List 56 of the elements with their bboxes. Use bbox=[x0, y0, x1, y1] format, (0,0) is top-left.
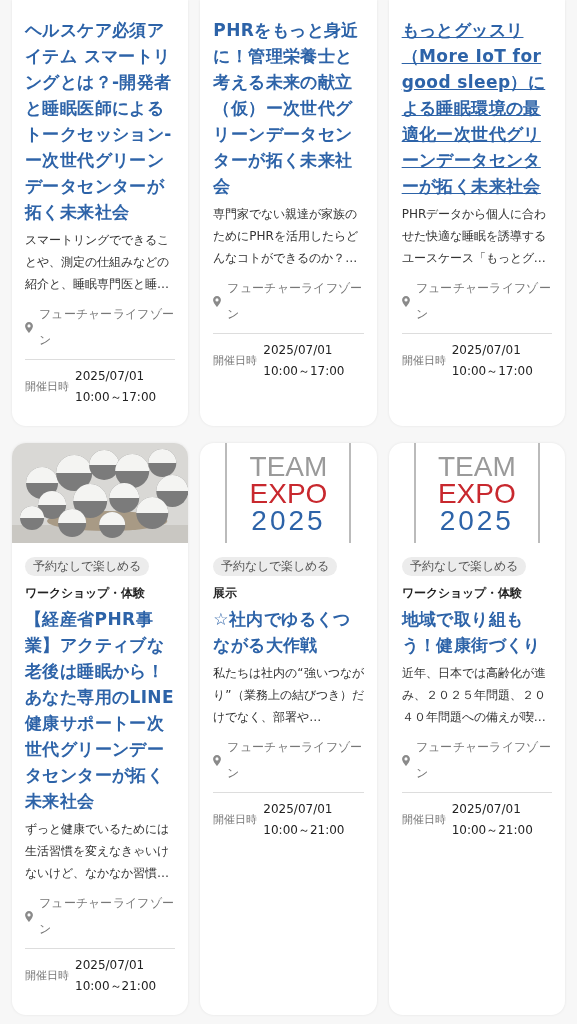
event-time: 10:00～17:00 bbox=[451, 363, 533, 380]
event-title-link[interactable]: 【経産省PHR事業】アクティブな老後は睡眠から！あなた専用のLINE健康サポートー次世代グリーンデータセンターが拓く未来社会 bbox=[25, 606, 176, 814]
event-description: 私たちは社内の“強いつながり”（業務上の結びつき）だけでなく、部署や… bbox=[213, 665, 364, 726]
event-time: 10:00～21:00 bbox=[75, 978, 157, 995]
event-title-link[interactable]: 地域で取り組もう！健康街づくり bbox=[401, 606, 552, 658]
date-label: 開催日時 bbox=[401, 354, 446, 368]
location-text: フューチャーライフゾーン bbox=[227, 280, 364, 323]
event-date: 2025/07/01 bbox=[263, 342, 334, 359]
event-card[interactable]: TEAM EXPO 2025 予約なしで楽しめる 展示 ☆社内でゆるくつながる大作戦 私たちは社内の“強いつながり”（業務上の結びつき）だけでなく、部署や… フューチャーライフゾーン 開催日時 2025/07/01 10:00～21:00 bbox=[200, 443, 377, 1015]
date-label: 開催日時 bbox=[213, 354, 258, 368]
category-label: ワークショップ・体験 bbox=[25, 586, 145, 601]
location-text: フューチャーライフゾーン bbox=[415, 280, 552, 323]
event-description: 近年、日本では高齢化が進み、２０２５年問題、２０４０年問題への備えが喫… bbox=[401, 665, 547, 726]
team-expo-logo: TEAM EXPO 2025 bbox=[413, 443, 540, 543]
location-pin-icon bbox=[401, 295, 410, 307]
location-text: フューチャーライフゾーン bbox=[415, 739, 552, 782]
date-label: 開催日時 bbox=[25, 969, 69, 983]
event-description: 専門家でない親達が家族のためにPHRを活用したらどんなコトができるのか？… bbox=[213, 206, 359, 267]
event-description: スマートリングでできることや、測定の仕組みなどの紹介と、睡眠専門医と睡… bbox=[25, 232, 170, 293]
event-date: 2025/07/01 bbox=[263, 801, 334, 818]
tag-label: 予約なしで楽しめる bbox=[401, 557, 526, 576]
category-label: 展示 bbox=[213, 586, 238, 601]
event-card[interactable]: 予約なしで楽しめる ワークショップ・体験 【経産省PHR事業】アクティブな老後は睡眠から！あなた専用のLINE健康サポートー次世代グリーンデータセンターが拓く未来社会 ずっと健康でいるためには生活習慣を変えなきゃいけないけど、なかなか習慣… フューチャーライフゾーン 開催日時 2025/07/01 10:00～21:00 bbox=[12, 443, 189, 1015]
event-card[interactable]: TEAM EXPO 2025 予約なしで楽しめる ワークショップ・体験 地域で取り組もう！健康街づくり 近年、日本では高齢化が進み、２０２５年問題、２０４０年問題への備えが喫… フューチャーライフゾーン 開催日時 2025/07/01 10:00～21:00 bbox=[388, 443, 565, 1015]
event-date: 2025/07/01 bbox=[75, 957, 146, 974]
event-time: 10:00～21:00 bbox=[263, 822, 345, 839]
event-card[interactable]: ヘルスケア必須アイテム スマートリングとは？-開発者と睡眠医師によるトークセッション-ー次世代グリーンデータセンターが拓く未来社会 スマートリングでできることや、測定の仕組みなどの紹介と、睡眠専門医と睡… フューチャーライフゾーン 開催日時 2025/07/01 10:00～17:00 bbox=[12, 0, 189, 426]
event-title-link[interactable]: ☆社内でゆるくつながる大作戦 bbox=[213, 606, 364, 658]
event-title-link[interactable]: PHRをもっと身近に！管理栄養士と考える未来の献立（仮）ー次世代グリーンデータセンターが拓く未来社会 bbox=[213, 17, 364, 199]
event-time: 10:00～21:00 bbox=[451, 822, 533, 839]
category-label: ワークショップ・体験 bbox=[401, 586, 522, 601]
location-pin-icon bbox=[25, 321, 33, 333]
event-card[interactable]: もっとグッスリ（More IoT for good sleep）による睡眠環境の最適化ー次世代グリーンデータセンターが拓く未来社会 PHRデータから個人に合わせた快適な睡眠を誘導するユースケース「もっとグ… フューチャーライフゾーン 開催日時 2025/07/01 10:00～17:00 bbox=[388, 0, 565, 426]
event-description: ずっと健康でいるためには生活習慣を変えなきゃいけないけど、なかなか習慣… bbox=[25, 821, 170, 882]
tag-label: 予約なしで楽しめる bbox=[25, 557, 149, 576]
event-time: 10:00～17:00 bbox=[75, 389, 157, 406]
event-date: 2025/07/01 bbox=[451, 342, 522, 359]
date-label: 開催日時 bbox=[25, 380, 69, 394]
location-pin-icon bbox=[213, 754, 222, 766]
event-card[interactable]: PHRをもっと身近に！管理栄養士と考える未来の献立（仮）ー次世代グリーンデータセンターが拓く未来社会 専門家でない親達が家族のためにPHRを活用したらどんなコトができるのか？… フューチャーライフゾーン 開催日時 2025/07/01 10:00～17:00 bbox=[200, 0, 377, 426]
event-time: 10:00～17:00 bbox=[263, 363, 345, 380]
date-label: 開催日時 bbox=[401, 813, 446, 827]
location-text: フューチャーライフゾーン bbox=[227, 739, 364, 782]
location-text: フューチャーライフゾーン bbox=[39, 895, 176, 938]
event-date: 2025/07/01 bbox=[75, 368, 146, 385]
location-pin-icon bbox=[25, 910, 33, 922]
location-pin-icon bbox=[213, 295, 222, 307]
location-text: フューチャーライフゾーン bbox=[39, 306, 176, 349]
event-date: 2025/07/01 bbox=[451, 801, 522, 818]
event-title-link[interactable]: もっとグッスリ（More IoT for good sleep）による睡眠環境の最適化ー次世代グリーンデータセンターが拓く未来社会 bbox=[401, 17, 552, 199]
event-description: PHRデータから個人に合わせた快適な睡眠を誘導するユースケース「もっとグ… bbox=[401, 206, 548, 267]
team-expo-logo: TEAM EXPO 2025 bbox=[225, 443, 352, 543]
date-label: 開催日時 bbox=[213, 813, 258, 827]
tag-label: 予約なしで楽しめる bbox=[213, 557, 338, 576]
event-title-link[interactable]: ヘルスケア必須アイテム スマートリングとは？-開発者と睡眠医師によるトークセッション-ー次世代グリーンデータセンターが拓く未来社会 bbox=[25, 17, 176, 225]
location-pin-icon bbox=[401, 754, 410, 766]
